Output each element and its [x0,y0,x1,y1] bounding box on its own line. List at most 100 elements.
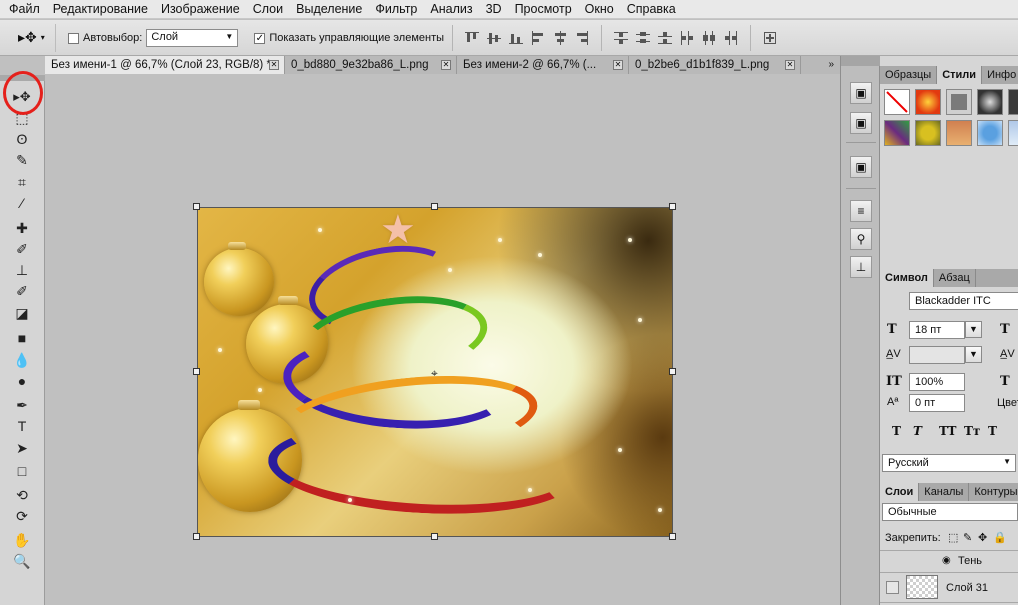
style-swatch[interactable] [946,120,972,146]
tool-preset-picker[interactable]: ▸✥ ▾ [0,23,56,52]
tab-document-4[interactable]: 0_b2be6_d1b1f839_L.png ✕ [629,56,801,74]
menu-select[interactable]: Выделение [290,0,369,19]
align-hcenter-icon[interactable] [552,30,568,46]
menu-filter[interactable]: Фильтр [369,0,424,19]
tab-channels[interactable]: Каналы [919,483,970,501]
menu-3d[interactable]: 3D [480,0,509,19]
transform-handle[interactable] [669,368,676,375]
show-controls-checkbox[interactable]: ✓ [254,33,266,44]
faux-italic-button[interactable]: T [913,424,922,438]
lock-pixels-icon[interactable]: ✎ [963,531,972,544]
kerning-field[interactable] [909,346,965,364]
menu-file[interactable]: Файл [3,0,47,19]
align-vcenter-icon[interactable] [486,30,502,46]
tabs-overflow-icon[interactable]: » [828,59,834,70]
tab-styles[interactable]: Стили [937,66,983,84]
masks-panel-icon[interactable]: ⚲ [850,228,872,250]
auto-align-layers-icon[interactable] [762,30,778,46]
font-family-field[interactable]: Blackadder ITC [909,292,1018,310]
menu-view[interactable]: Просмотр [509,0,579,19]
hand-tool-icon[interactable]: ✋ [11,530,33,550]
menu-help[interactable]: Справка [621,0,683,19]
align-bottom-icon[interactable] [508,30,524,46]
transform-handle[interactable] [669,533,676,540]
visibility-toggle[interactable] [886,581,899,594]
small-caps-button[interactable]: Tт [964,424,980,438]
close-icon[interactable]: ✕ [441,60,451,70]
menu-analysis[interactable]: Анализ [424,0,479,19]
gradient-tool-icon[interactable]: ■ [11,328,33,348]
close-icon[interactable]: ✕ [785,60,795,70]
distribute-left-icon[interactable] [679,30,695,46]
type-tool-icon[interactable]: T [11,416,33,436]
style-swatch[interactable] [884,120,910,146]
quick-selection-tool-icon[interactable]: ✎ [11,150,33,170]
blend-mode-dropdown[interactable]: Обычные [882,503,1018,521]
close-icon[interactable]: ✕ [269,60,279,70]
lock-transparency-icon[interactable]: ⬚ [948,531,958,544]
eraser-tool-icon[interactable]: ◪ [11,303,33,323]
dock-grip[interactable] [841,56,881,66]
distribute-top-icon[interactable] [613,30,629,46]
tab-document-3[interactable]: Без имени-2 @ 66,7% (... ✕ [457,56,629,74]
transform-handle[interactable] [193,368,200,375]
tab-info[interactable]: Инфо [982,66,1018,84]
font-size-field[interactable]: 18 пт [909,321,965,339]
chevron-down-icon[interactable]: ▼ [965,346,982,363]
menu-layers[interactable]: Слои [247,0,290,19]
distribute-right-icon[interactable] [723,30,739,46]
close-icon[interactable]: ✕ [613,60,623,70]
vertical-scale-field[interactable]: 100% [909,373,965,391]
style-swatch[interactable] [1008,120,1018,146]
style-swatch[interactable] [915,89,941,115]
style-swatch[interactable] [946,89,972,115]
actions-panel-icon[interactable]: ▣ [850,112,872,134]
layer-effect-row[interactable]: ◉ Тень [880,550,1018,572]
tab-swatches[interactable]: Образцы [880,66,938,84]
reference-point-icon[interactable]: ⌖ [431,366,438,381]
tab-layers[interactable]: Слои [880,483,920,501]
history-brush-tool-icon[interactable]: ✐ [11,281,33,301]
tab-character[interactable]: Символ [880,269,934,287]
menu-edit[interactable]: Редактирование [47,0,155,19]
adjustments-panel-icon[interactable]: ≡ [850,200,872,222]
3d-orbit-tool-icon[interactable]: ⟳ [11,506,33,526]
language-dropdown[interactable]: Русский ▼ [882,454,1016,472]
align-right-icon[interactable] [574,30,590,46]
align-left-icon[interactable] [530,30,546,46]
blur-tool-icon[interactable]: 💧 [11,350,33,370]
tab-paths[interactable]: Контуры [969,483,1018,501]
zoom-tool-icon[interactable]: 🔍 [11,551,33,571]
lasso-tool-icon[interactable]: ʘ [11,129,33,149]
distribute-bottom-icon[interactable] [657,30,673,46]
distribute-hcenter-icon[interactable] [701,30,717,46]
brush-tool-icon[interactable]: ✐ [11,239,33,259]
crop-tool-icon[interactable]: ⌗ [11,172,33,192]
faux-bold-button[interactable]: T [892,424,901,438]
pen-tool-icon[interactable]: ✒ [11,395,33,415]
auto-select-target-dropdown[interactable]: Слой ▼ [146,28,239,47]
menu-image[interactable]: Изображение [155,0,247,19]
path-selection-tool-icon[interactable]: ➤ [11,438,33,458]
navigator-panel-icon[interactable]: ▣ [850,156,872,178]
layer-row[interactable]: Слой 31 [880,572,1018,602]
auto-select-checkbox[interactable] [68,33,79,44]
eyedropper-tool-icon[interactable]: ⁄ [11,193,33,213]
tab-document-1[interactable]: Без имени-1 @ 66,7% (Слой 23, RGB/8) * ✕ [45,56,285,74]
canvas-workspace[interactable]: ★ ⌖ [45,74,840,605]
clone-stamp-tool-icon[interactable]: ⊥ [11,260,33,280]
3d-rotate-tool-icon[interactable]: ⟲ [11,485,33,505]
menu-window[interactable]: Окно [579,0,621,19]
transform-handle[interactable] [669,203,676,210]
style-swatch[interactable] [1008,89,1018,115]
healing-brush-tool-icon[interactable]: ✚ [11,218,33,238]
baseline-shift-field[interactable]: 0 пт [909,394,965,412]
align-top-icon[interactable] [464,30,480,46]
dodge-tool-icon[interactable]: ● [11,371,33,391]
transform-handle[interactable] [193,203,200,210]
lock-all-icon[interactable]: 🔒 [993,531,1007,544]
distribute-vcenter-icon[interactable] [635,30,651,46]
lock-position-icon[interactable]: ✥ [978,531,987,544]
rectangle-tool-icon[interactable]: □ [11,461,33,481]
superscript-button[interactable]: T [988,424,997,438]
